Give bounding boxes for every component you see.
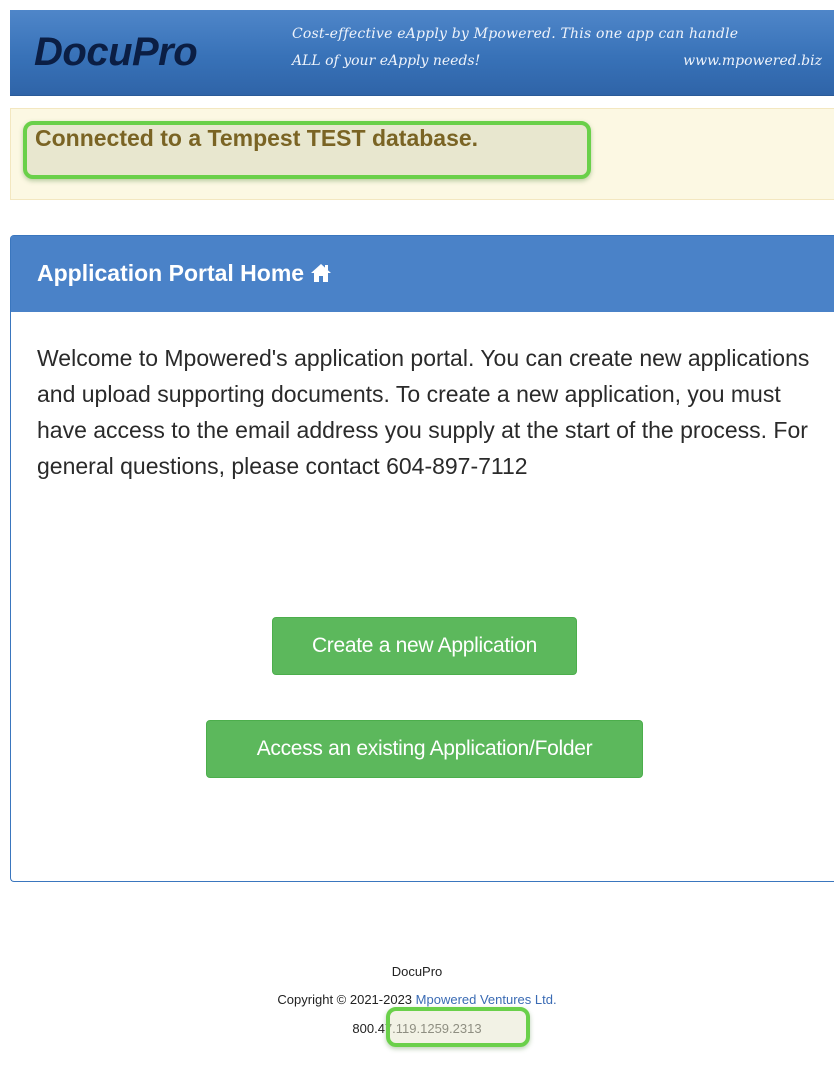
create-application-button[interactable]: Create a new Application <box>272 617 577 675</box>
copyright-text: Copyright © 2021-2023 <box>277 992 416 1007</box>
alert-message: Connected to a Tempest TEST database. <box>35 125 479 151</box>
website-link[interactable]: www.mpowered.biz <box>683 53 822 69</box>
company-link[interactable]: Mpowered Ventures Ltd. <box>416 992 557 1007</box>
panel-title: Application Portal Home <box>37 260 332 287</box>
panel-heading: Application Portal Home <box>11 236 834 312</box>
brand-logo[interactable]: DocuPro <box>34 30 198 75</box>
page: DocuPro Cost-effective eApply by Mpowere… <box>0 0 834 1087</box>
home-icon <box>310 262 332 282</box>
connection-alert: Connected to a Tempest TEST database. <box>10 108 834 200</box>
tagline-line-1: Cost-effective eApply by Mpowered. This … <box>292 26 739 42</box>
panel-title-text: Application Portal Home <box>37 260 305 286</box>
footer-app-name: DocuPro <box>391 964 443 979</box>
footer-copyright: Copyright © 2021-2023 Mpowered Ventures … <box>0 992 834 1007</box>
welcome-text: Welcome to Mpowered's application portal… <box>37 345 810 479</box>
portal-panel: Application Portal Home Welcome to Mpowe… <box>10 235 834 882</box>
tagline-line-2: ALL of your eApply needs! <box>292 53 481 69</box>
access-application-button[interactable]: Access an existing Application/Folder <box>206 720 643 778</box>
header-banner: DocuPro Cost-effective eApply by Mpowere… <box>10 10 834 96</box>
version-highlight-annotation <box>386 1007 530 1047</box>
